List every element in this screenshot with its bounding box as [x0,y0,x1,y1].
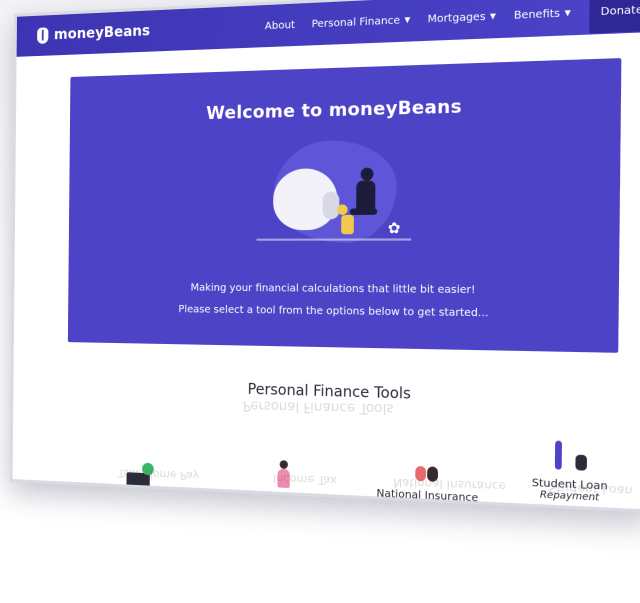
hero-title: Welcome to moneyBeans [206,96,462,125]
person-legs [349,208,378,215]
reflection-label: Income Tax [272,471,338,488]
coin-stack-icon [341,214,354,235]
reflection-label: Student Loan [548,480,633,499]
nav-about[interactable]: About [265,19,295,32]
piggy-bank-illustration-icon: ✿ [242,134,421,262]
nav-mortgages-label: Mortgages [427,10,486,26]
reflection-title: Personal Finance Tools [242,397,394,417]
bean-logo-icon [37,27,49,44]
chevron-down-icon: ▼ [489,11,496,21]
hero-ground [256,238,412,241]
nav-links: About Personal Finance ▼ Mortgages ▼ Ben… [265,0,640,46]
hero-subtitle: Making your financial calculations that … [190,282,476,297]
reflection-label: Take Home Pay [117,466,200,483]
brand[interactable]: moneyBeans [37,23,150,44]
stage: moneyBeans About Personal Finance ▼ Mort… [0,0,640,603]
nav-benefits[interactable]: Benefits ▼ [514,7,571,22]
piggy-snout [322,191,340,220]
brand-name: moneyBeans [53,22,151,44]
chevron-down-icon: ▼ [404,15,411,25]
nav-personal-finance-label: Personal Finance [311,14,401,30]
plant-icon: ✿ [387,220,401,238]
reflection-label: National Insurance [393,475,507,494]
screen-reflection: Take Home Pay Income Tax National Insura… [18,369,640,510]
chevron-down-icon: ▼ [564,8,571,18]
nav-benefits-label: Benefits [513,7,561,22]
donate-button[interactable]: Donate [588,0,640,33]
hero-instruction: Please select a tool from the options be… [178,303,489,320]
person-body [356,180,376,211]
tool-label: Take Home Pay [101,493,175,509]
navbar: moneyBeans About Personal Finance ▼ Mort… [16,0,640,57]
nav-personal-finance[interactable]: Personal Finance ▼ [312,14,411,30]
nav-mortgages[interactable]: Mortgages ▼ [427,10,496,26]
nav-about-label: About [264,19,296,32]
hero-banner: Welcome to moneyBeans ✿ Making your fina… [67,58,622,353]
